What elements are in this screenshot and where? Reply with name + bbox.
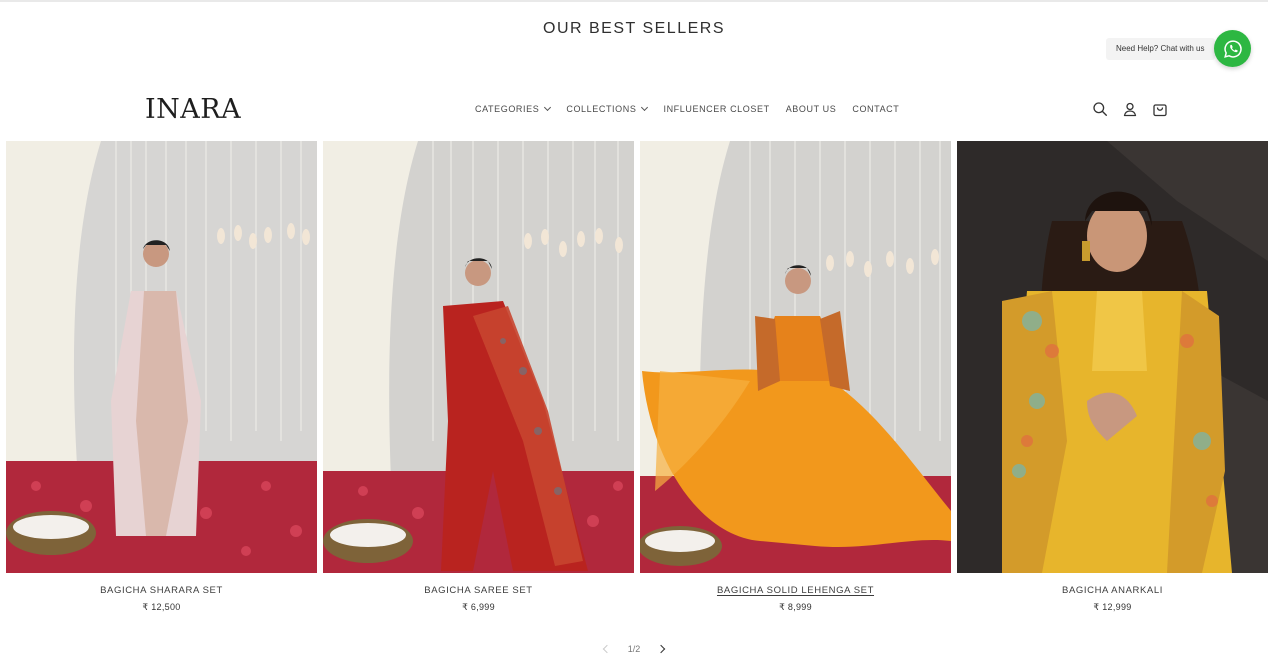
nav-item-contact[interactable]: CONTACT xyxy=(852,104,899,114)
chevron-right-icon[interactable] xyxy=(657,644,666,654)
chat-help-label[interactable]: Need Help? Chat with us xyxy=(1106,38,1215,60)
product-name[interactable]: BAGICHA SAREE SET xyxy=(323,585,634,596)
section-title: OUR BEST SELLERS xyxy=(543,20,725,37)
page-indicator: 1/2 xyxy=(627,644,641,654)
chevron-down-icon xyxy=(544,103,552,112)
nav-label: CONTACT xyxy=(852,104,900,114)
product-image-sharara[interactable] xyxy=(6,141,317,573)
nav-item-collections[interactable]: COLLECTIONS xyxy=(566,103,649,114)
product-image-anarkali[interactable] xyxy=(957,141,1268,573)
account-icon[interactable] xyxy=(1122,101,1138,117)
product-price: ₹ 6,999 xyxy=(462,602,495,612)
whatsapp-icon xyxy=(1223,39,1242,58)
product-name[interactable]: BAGICHA ANARKALI xyxy=(957,585,1268,596)
slider-pagination: 1/2 xyxy=(0,644,1268,654)
search-icon[interactable] xyxy=(1092,101,1108,117)
chevron-down-icon xyxy=(641,103,649,112)
product-price: ₹ 12,500 xyxy=(142,602,181,612)
chevron-left-icon[interactable] xyxy=(602,644,611,654)
product-image-saree[interactable] xyxy=(323,141,634,573)
product-card[interactable]: BAGICHA SOLID LEHENGA SET ₹ 8,999 xyxy=(640,141,951,613)
product-card[interactable]: BAGICHA SHARARA SET ₹ 12,500 xyxy=(6,141,317,613)
whatsapp-chat-button[interactable] xyxy=(1214,30,1251,67)
header-actions xyxy=(1092,101,1168,117)
nav-label: ABOUT US xyxy=(785,104,837,114)
product-price: ₹ 8,999 xyxy=(779,602,812,612)
nav-item-categories[interactable]: CATEGORIES xyxy=(475,103,552,114)
cart-icon[interactable] xyxy=(1152,101,1168,117)
main-nav: CATEGORIES COLLECTIONS INFLUENCER CLOSET… xyxy=(475,103,915,114)
brand-logo[interactable]: INARA xyxy=(145,94,241,125)
nav-item-influencer-closet[interactable]: INFLUENCER CLOSET xyxy=(663,104,769,114)
site-header: INARA CATEGORIES COLLECTIONS INFLUENCER … xyxy=(0,88,1268,132)
nav-item-about-us[interactable]: ABOUT US xyxy=(786,104,837,114)
product-name[interactable]: BAGICHA SOLID LEHENGA SET xyxy=(640,585,951,596)
product-card[interactable]: BAGICHA SAREE SET ₹ 6,999 xyxy=(323,141,634,613)
product-price: ₹ 12,999 xyxy=(1093,602,1132,612)
nav-label: COLLECTIONS xyxy=(566,104,637,114)
product-image-lehenga[interactable] xyxy=(640,141,951,573)
product-name[interactable]: BAGICHA SHARARA SET xyxy=(6,585,317,596)
top-divider xyxy=(0,0,1268,2)
product-card[interactable]: BAGICHA ANARKALI ₹ 12,999 xyxy=(957,141,1268,613)
nav-label: INFLUENCER CLOSET xyxy=(663,104,770,114)
nav-label: CATEGORIES xyxy=(475,104,540,114)
best-sellers-grid: BAGICHA SHARARA SET ₹ 12,500 BAGICHA SAR… xyxy=(6,141,1268,613)
